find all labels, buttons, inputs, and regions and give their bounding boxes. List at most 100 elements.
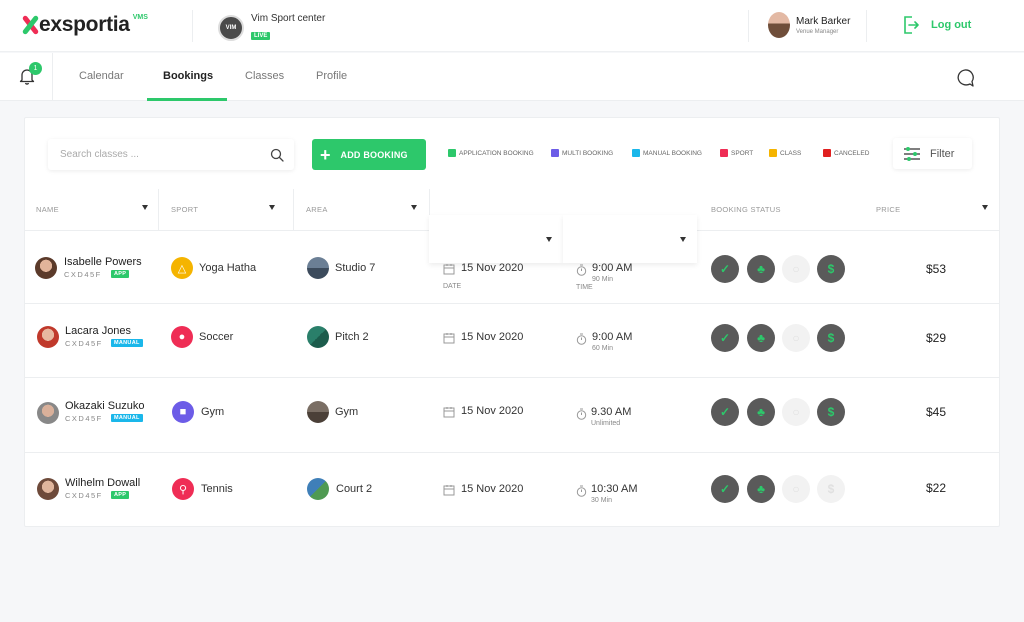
status-activity-button[interactable]: ♣ [747,324,775,352]
booking-price: $45 [926,405,947,419]
header-divider [866,10,867,42]
customer-name: Lacara Jones [65,325,132,337]
main-nav: 1 Calendar Bookings Classes Profile [0,53,1024,101]
header-bottom-border [24,230,429,231]
tennis-racket-icon: ⚲ [172,478,194,500]
customer-code: CXD45F [65,414,103,423]
search-input[interactable] [60,149,270,160]
price-sort-caret-icon[interactable] [982,205,988,210]
area-name: Studio 7 [335,262,376,274]
venue-selector[interactable]: VIM Vim Sport center LIVE [218,13,325,42]
dollar-icon: $ [827,331,835,345]
date-sublabel: DATE [443,283,462,290]
customer-code: CXD45F [64,270,102,279]
status-check-in-button[interactable]: ✓ [711,398,739,426]
area-name: Pitch 2 [335,331,369,343]
sport-name: Yoga Hatha [199,262,257,274]
sport-name: Soccer [199,331,234,343]
logo-x-mark [22,14,38,34]
customer-code: CXD45F [65,491,103,500]
status-pending-button[interactable]: ○ [782,324,810,352]
tab-bookings[interactable]: Bookings [163,70,213,82]
row-divider [24,452,1000,453]
soccer-ball-icon: ● [171,326,193,348]
status-paid-button[interactable]: $ [817,398,845,426]
dollar-icon: $ [827,482,835,496]
avatar [37,402,59,424]
booking-price: $22 [926,481,947,495]
date-filter-dropdown[interactable] [429,215,563,263]
booking-duration: 30 Min [591,497,613,504]
status-check-in-button[interactable]: ✓ [711,324,739,352]
booking-price: $29 [926,331,947,345]
column-header-price: PRICE [876,205,901,214]
stopwatch-icon [576,408,587,420]
user-name: Mark Barker [796,15,851,27]
legend-label: MULTI BOOKING [562,149,614,157]
chat-icon[interactable] [955,68,975,88]
area-thumbnail [307,257,329,279]
avatar [37,326,59,348]
legend-multi-booking: MULTI BOOKING [551,149,613,157]
name-sort-caret-icon[interactable] [142,205,148,210]
status-unpaid-button[interactable]: $ [817,475,845,503]
check-in-icon: ✓ [719,331,731,345]
yoga-icon: △ [171,257,193,279]
area-name: Gym [335,406,359,418]
booking-type-badge: MANUAL [111,339,143,347]
status-pending-button[interactable]: ○ [782,255,810,283]
legend-swatch [769,149,777,157]
booking-time: 10:30 AM [591,483,638,495]
booking-time: 9:00 AM [592,262,633,274]
logout-button[interactable]: Log out [903,16,971,34]
header-divider [748,10,749,42]
status-pending-button[interactable]: ○ [782,475,810,503]
exsportia-logo[interactable]: exsportia VMS [22,14,148,36]
legend-class: CLASS [769,149,801,157]
status-check-in-button[interactable]: ✓ [711,255,739,283]
pending-icon: ○ [792,405,800,419]
avatar [35,257,57,279]
tab-classes[interactable]: Classes [245,70,284,82]
status-paid-button[interactable]: $ [817,324,845,352]
time-sublabel: TIME [576,284,593,291]
tab-profile[interactable]: Profile [316,70,347,82]
add-booking-button[interactable]: + ADD BOOKING [312,139,426,170]
tab-calendar[interactable]: Calendar [79,70,124,82]
customer-code: CXD45F [65,339,103,348]
calendar-icon [443,333,455,344]
filter-button[interactable]: Filter [893,138,972,169]
legend-swatch [448,149,456,157]
customer-name: Isabelle Powers [64,256,142,268]
stopwatch-icon [576,264,587,276]
legend-label: SPORT [731,149,754,157]
pending-icon: ○ [792,262,800,276]
search-icon[interactable] [270,148,284,162]
dollar-icon: $ [827,405,835,419]
status-paid-button[interactable]: $ [817,255,845,283]
status-check-in-button[interactable]: ✓ [711,475,739,503]
booking-time: 9.30 AM [591,406,632,418]
activity-icon: ♣ [757,482,765,496]
plus-icon: + [320,144,331,165]
column-header-name: NAME [36,205,59,214]
area-thumbnail [307,326,329,348]
status-activity-button[interactable]: ♣ [747,255,775,283]
status-activity-button[interactable]: ♣ [747,475,775,503]
legend-swatch [632,149,640,157]
booking-type-badge: APP [111,270,130,278]
user-profile[interactable]: Mark Barker Venue Manager [768,12,850,38]
status-activity-button[interactable]: ♣ [747,398,775,426]
venue-logo-text: VIM [225,24,237,31]
booking-date: 15 Nov 2020 [461,331,524,343]
sport-sort-caret-icon[interactable] [269,205,275,210]
area-name: Court 2 [336,483,373,495]
nav-divider [52,53,53,101]
time-filter-dropdown[interactable] [563,215,697,263]
venue-live-badge: LIVE [251,32,271,40]
legend-sport: SPORT [720,149,753,157]
status-pending-button[interactable]: ○ [782,398,810,426]
header-divider [192,10,193,42]
booking-date: 15 Nov 2020 [461,405,524,417]
area-sort-caret-icon[interactable] [411,205,417,210]
